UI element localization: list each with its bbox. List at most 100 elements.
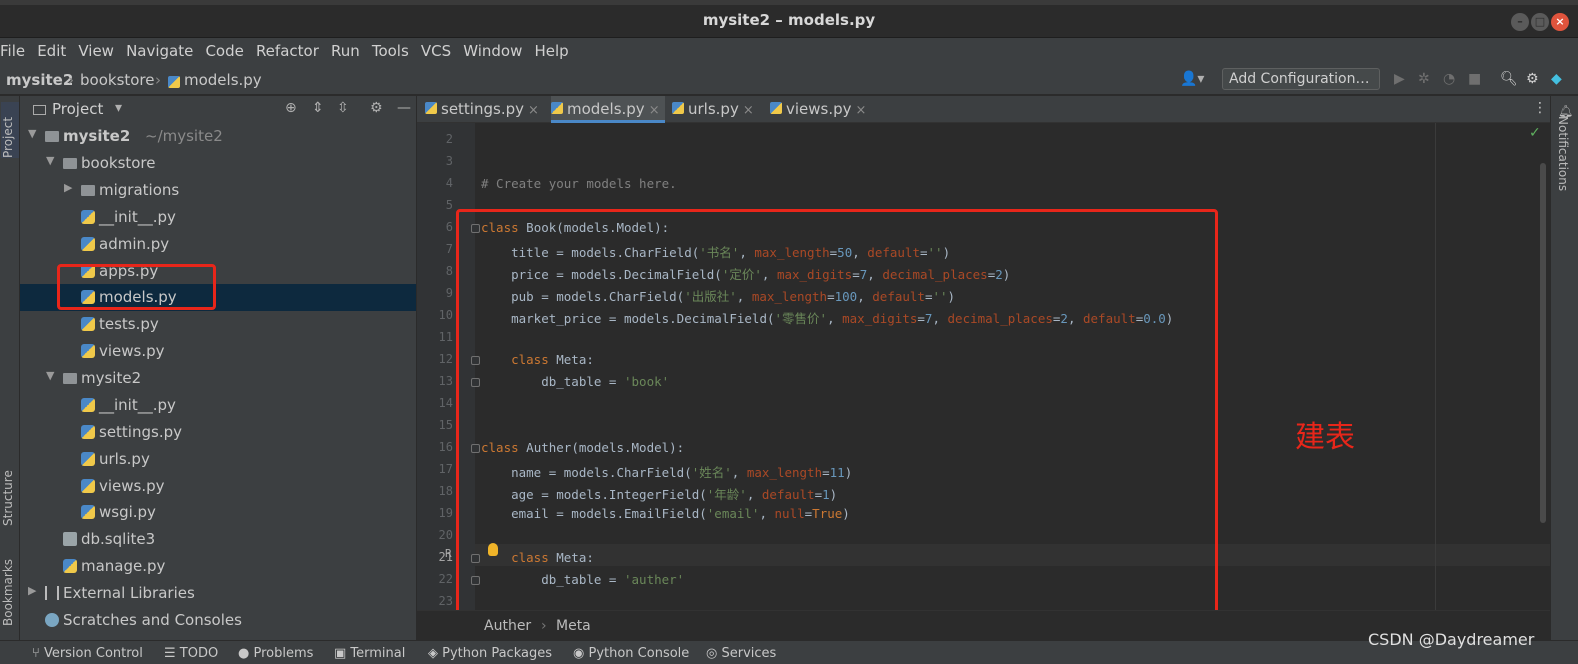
python-console-tab[interactable]: ◉ Python Console: [573, 646, 689, 661]
line-number: 14: [438, 396, 453, 410]
database-file-icon: [63, 532, 77, 546]
tree-item-bookstore[interactable]: ▼ bookstore: [20, 150, 416, 177]
tab-settings-py[interactable]: settings.py ×: [425, 96, 549, 123]
minimize-button[interactable]: –: [1511, 13, 1529, 31]
hide-panel-icon[interactable]: —: [397, 100, 411, 116]
close-icon[interactable]: ×: [856, 103, 867, 118]
menu-tools[interactable]: Tools: [372, 38, 416, 60]
tree-item-external-libraries[interactable]: ▶ External Libraries: [20, 580, 416, 607]
breadcrumb-project[interactable]: mysite2: [6, 71, 73, 89]
tree-item-urls[interactable]: urls.py: [20, 446, 416, 473]
tree-item-root[interactable]: ▼ mysite2 ~/mysite2: [20, 123, 416, 150]
tree-item-label: admin.py: [99, 235, 170, 253]
close-icon[interactable]: ×: [649, 103, 660, 118]
tree-item-scratches[interactable]: Scratches and Consoles: [20, 607, 416, 634]
chevron-right-icon[interactable]: ▶: [64, 181, 72, 194]
todo-tab[interactable]: ☰ TODO: [164, 646, 218, 661]
close-window-button[interactable]: ×: [1551, 13, 1569, 31]
tree-item-init-bookstore[interactable]: __init__.py: [20, 204, 416, 231]
code-breadcrumb-class[interactable]: Auther: [484, 618, 531, 634]
expand-all-icon[interactable]: ⇕: [312, 100, 324, 116]
debug-icon[interactable]: ✲: [1418, 71, 1430, 87]
collapse-all-icon[interactable]: ⇳: [337, 100, 349, 116]
menu-view[interactable]: View: [78, 38, 121, 60]
editor-scrollbar[interactable]: [1540, 163, 1546, 523]
menu-help[interactable]: Help: [534, 38, 575, 60]
project-panel-header: Project ▾ ⊕ ⇕ ⇳ ⚙ —: [20, 96, 416, 123]
library-icon: [45, 586, 59, 600]
jetbrains-logo-icon[interactable]: ◆: [1551, 71, 1562, 87]
tree-item-wsgi[interactable]: wsgi.py: [20, 499, 416, 526]
highlight-box-code: [456, 209, 1218, 621]
project-panel-title[interactable]: Project: [52, 100, 103, 118]
add-configuration-button[interactable]: Add Configuration…: [1222, 68, 1380, 90]
gear-icon[interactable]: ⚙: [370, 100, 383, 116]
folder-icon: [63, 373, 77, 384]
tab-views-py[interactable]: views.py ×: [770, 96, 870, 123]
more-tabs-icon[interactable]: ⋮: [1533, 100, 1547, 116]
menu-code[interactable]: Code: [205, 38, 250, 60]
bookmarks-tool-tab[interactable]: Bookmarks: [1, 541, 19, 626]
menu-file[interactable]: File: [0, 38, 32, 60]
settings-gear-icon[interactable]: ⚙: [1526, 71, 1539, 87]
maximize-button[interactable]: □: [1531, 13, 1549, 31]
folder-icon: [45, 131, 59, 142]
chevron-down-icon[interactable]: ▾: [115, 100, 122, 116]
tree-item-migrations[interactable]: ▶ migrations: [20, 177, 416, 204]
menu-navigate[interactable]: Navigate: [126, 38, 200, 60]
breadcrumb-separator-icon: ›: [68, 71, 74, 89]
breadcrumb-separator-icon: ›: [541, 618, 547, 634]
tree-item-views-bookstore[interactable]: views.py: [20, 338, 416, 365]
tree-item-tests[interactable]: tests.py: [20, 311, 416, 338]
close-icon[interactable]: ×: [528, 103, 539, 118]
menu-refactor[interactable]: Refactor: [256, 38, 326, 60]
menu-run[interactable]: Run: [331, 38, 367, 60]
stop-icon[interactable]: ■: [1468, 71, 1481, 87]
coverage-icon[interactable]: ◔: [1443, 71, 1455, 87]
tab-models-py[interactable]: models.py ×: [551, 96, 665, 123]
breadcrumb-folder[interactable]: bookstore: [80, 71, 155, 89]
tree-item-label: views.py: [99, 342, 165, 360]
tree-item-views-mysite2[interactable]: views.py: [20, 473, 416, 500]
code-breadcrumb-meta[interactable]: Meta: [556, 618, 591, 634]
notifications-tool-tab[interactable]: Notifications: [1556, 116, 1570, 191]
tree-root-path: ~/mysite2: [145, 127, 223, 145]
line-number: 8: [445, 264, 453, 278]
run-icon[interactable]: ▶: [1394, 71, 1405, 87]
chevron-right-icon[interactable]: ▶: [28, 584, 36, 597]
python-file-icon: [81, 237, 95, 251]
structure-tool-tab[interactable]: Structure: [1, 446, 19, 526]
line-number: 20: [438, 528, 453, 542]
search-icon[interactable]: 🔍︎: [1500, 71, 1518, 87]
problems-tab[interactable]: ● Problems: [238, 646, 313, 661]
chevron-down-icon[interactable]: ▼: [46, 369, 54, 382]
terminal-tab[interactable]: ▣ Terminal: [334, 646, 405, 661]
python-file-icon: [81, 398, 95, 412]
tree-item-settings[interactable]: settings.py: [20, 419, 416, 446]
chevron-down-icon[interactable]: ▼: [46, 154, 54, 167]
tree-item-label: manage.py: [81, 557, 166, 575]
tree-item-admin[interactable]: admin.py: [20, 231, 416, 258]
chevron-down-icon[interactable]: ▼: [28, 127, 36, 140]
project-tool-tab[interactable]: Project: [1, 102, 19, 158]
menu-bar: File Edit View Navigate Code Refactor Ru…: [0, 38, 1578, 65]
tree-item-db[interactable]: db.sqlite3: [20, 526, 416, 553]
locate-file-icon[interactable]: ⊕: [285, 100, 297, 116]
tab-urls-py[interactable]: urls.py ×: [672, 96, 762, 123]
close-icon[interactable]: ×: [743, 103, 754, 118]
services-tab[interactable]: ◎ Services: [706, 646, 776, 661]
tree-item-init-mysite2[interactable]: __init__.py: [20, 392, 416, 419]
tree-item-manage[interactable]: manage.py: [20, 553, 416, 580]
menu-window[interactable]: Window: [463, 38, 529, 60]
breadcrumb-file[interactable]: models.py: [184, 71, 262, 89]
python-file-icon: [770, 102, 782, 114]
gutter-marker[interactable]: R: [445, 547, 452, 560]
python-packages-tab[interactable]: ◈ Python Packages: [428, 646, 552, 661]
tab-label: views.py: [786, 100, 852, 118]
menu-vcs[interactable]: VCS: [421, 38, 458, 60]
tree-item-mysite2-pkg[interactable]: ▼ mysite2: [20, 365, 416, 392]
version-control-tab[interactable]: ⑂ Version Control: [32, 646, 143, 661]
no-problems-check-icon[interactable]: ✓: [1529, 125, 1541, 141]
user-icon[interactable]: 👤▾: [1180, 71, 1204, 87]
menu-edit[interactable]: Edit: [37, 38, 73, 60]
